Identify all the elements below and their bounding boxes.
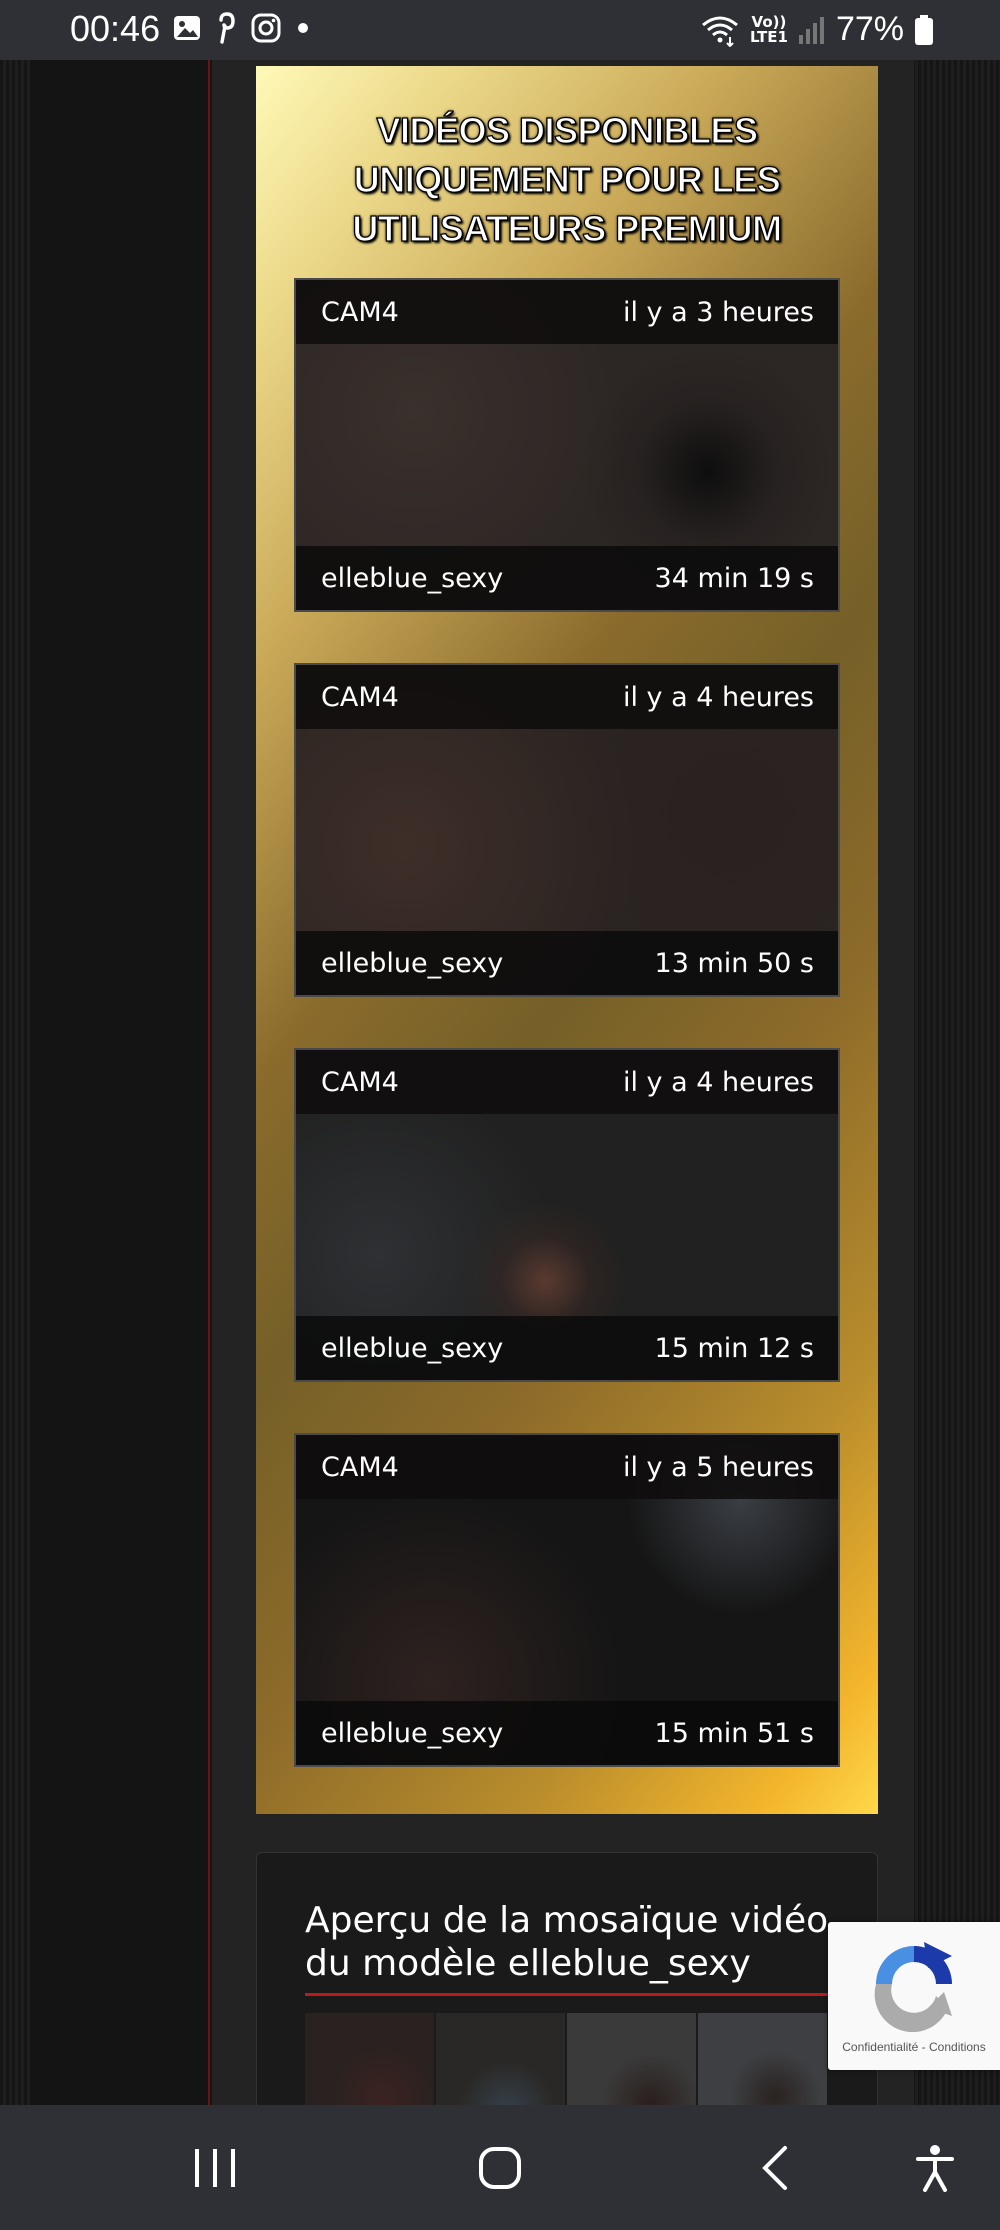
accessibility-button[interactable] [900, 2105, 970, 2230]
video-source: CAM4 [321, 681, 399, 713]
video-source: CAM4 [321, 1066, 399, 1098]
video-source: CAM4 [321, 296, 399, 328]
system-icons: Vo)) LTE1 77% [700, 10, 934, 49]
video-card[interactable]: CAM4 il y a 5 heures elleblue_sexy 15 mi… [294, 1433, 840, 1767]
gallery-icon [174, 16, 200, 40]
pinterest-icon [219, 12, 235, 44]
signal-icon [798, 16, 824, 44]
recaptcha-terms-link[interactable]: Conditions [929, 2040, 986, 2054]
status-bar: 00:46 Vo)) LTE1 77% [0, 0, 1000, 60]
mosaic-thumbnails [305, 2013, 827, 2105]
mosaic-thumbnail[interactable] [305, 2013, 434, 2105]
battery-icon [915, 14, 933, 45]
recaptcha-separator: - [921, 2040, 926, 2054]
status-time: 00:46 [70, 8, 161, 49]
video-card-footer: elleblue_sexy 13 min 50 s [296, 931, 838, 995]
video-time-ago: il y a 5 heures [622, 1451, 814, 1483]
lte-indicator: Vo)) LTE1 [749, 14, 788, 46]
mosaic-preview-panel: Aperçu de la mosaïque vidéo du modèle el… [256, 1852, 878, 2105]
mosaic-thumbnail[interactable] [436, 2013, 565, 2105]
premium-videos-panel: VIDÉOS DISPONIBLES UNIQUEMENT POUR LES U… [256, 66, 878, 1814]
accessibility-icon [916, 2144, 954, 2192]
video-source: CAM4 [321, 1451, 399, 1483]
video-model[interactable]: elleblue_sexy [321, 1333, 503, 1364]
video-card-footer: elleblue_sexy 15 min 12 s [296, 1316, 838, 1380]
home-icon [479, 2146, 521, 2189]
mosaic-thumbnail[interactable] [567, 2013, 696, 2105]
video-model[interactable]: elleblue_sexy [321, 1718, 503, 1749]
battery-percent: 77% [835, 10, 904, 48]
video-time-ago: il y a 4 heures [622, 681, 814, 713]
recent-apps-button[interactable] [180, 2105, 250, 2230]
notification-icons [172, 12, 310, 44]
back-button[interactable] [740, 2105, 810, 2230]
mosaic-heading: Aperçu de la mosaïque vidéo du modèle el… [305, 1899, 828, 1985]
recaptcha-badge[interactable]: Confidentialité - Conditions [828, 1922, 1000, 2070]
recent-apps-icon [195, 2148, 235, 2187]
video-card[interactable]: CAM4 il y a 4 heures elleblue_sexy 15 mi… [294, 1048, 840, 1382]
video-duration: 13 min 50 s [654, 947, 814, 979]
video-card-footer: elleblue_sexy 15 min 51 s [296, 1701, 838, 1765]
mosaic-heading-line2: du modèle elleblue_sexy [305, 1943, 751, 1984]
wifi-icon [701, 16, 738, 47]
recaptcha-icon [874, 1942, 952, 2032]
dot-icon [298, 23, 308, 33]
recaptcha-privacy-link[interactable]: Confidentialité [842, 2040, 918, 2054]
mosaic-heading-line1: Aperçu de la mosaïque vidéo [305, 1900, 829, 1941]
video-duration: 15 min 51 s [654, 1717, 814, 1749]
video-card[interactable]: CAM4 il y a 3 heures elleblue_sexy 34 mi… [294, 278, 840, 612]
video-card-header: CAM4 il y a 3 heures [296, 280, 838, 344]
instagram-icon [251, 13, 281, 43]
video-card-header: CAM4 il y a 5 heures [296, 1435, 838, 1499]
premium-title: VIDÉOS DISPONIBLES UNIQUEMENT POUR LES U… [352, 109, 783, 249]
lte-label: LTE1 [749, 27, 788, 46]
video-card[interactable]: CAM4 il y a 4 heures elleblue_sexy 13 mi… [294, 663, 840, 997]
back-icon [762, 2145, 787, 2190]
video-time-ago: il y a 4 heures [622, 1066, 814, 1098]
video-model[interactable]: elleblue_sexy [321, 563, 503, 594]
video-card-header: CAM4 il y a 4 heures [296, 665, 838, 729]
home-button[interactable] [465, 2105, 535, 2230]
video-model[interactable]: elleblue_sexy [321, 948, 503, 979]
web-page: VIDÉOS DISPONIBLES UNIQUEMENT POUR LES U… [0, 60, 1000, 2105]
left-sidebar [30, 60, 210, 2105]
heading-underline [305, 1993, 845, 1996]
video-card-header: CAM4 il y a 4 heures [296, 1050, 838, 1114]
video-time-ago: il y a 3 heures [622, 296, 814, 328]
video-duration: 34 min 19 s [654, 562, 814, 594]
video-card-footer: elleblue_sexy 34 min 19 s [296, 546, 838, 610]
video-duration: 15 min 12 s [654, 1332, 814, 1364]
recaptcha-links: Confidentialité - Conditions [828, 2040, 1000, 2054]
android-nav-bar [0, 2105, 1000, 2230]
mosaic-thumbnail[interactable] [698, 2013, 827, 2105]
